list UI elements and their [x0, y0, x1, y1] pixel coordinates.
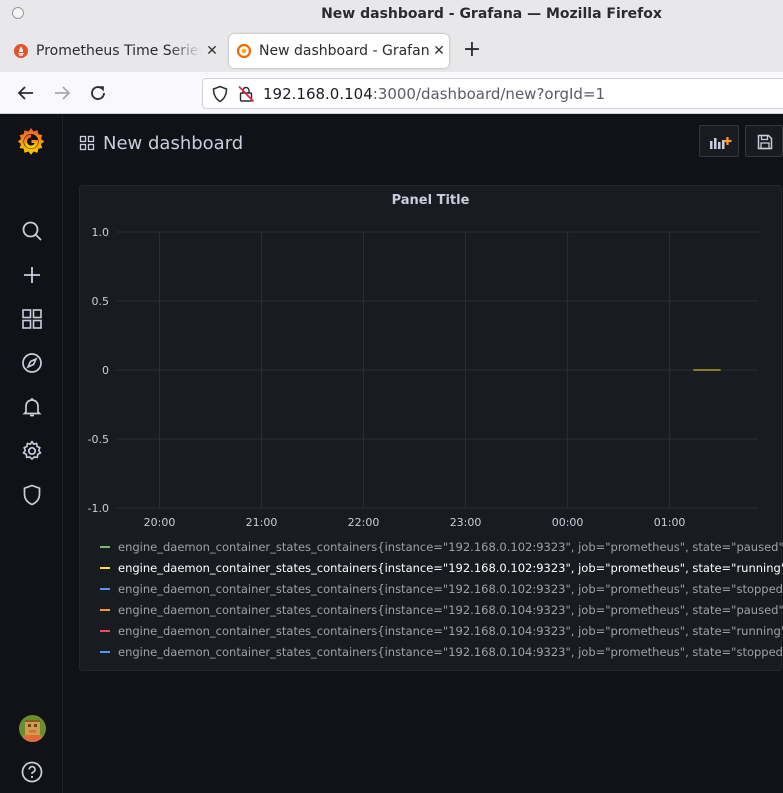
insecure-lock-icon[interactable] — [237, 85, 255, 103]
legend-swatch — [100, 650, 110, 653]
url-bar[interactable]: 192.168.0.104:3000/dashboard/new?orgId=1 — [202, 78, 783, 109]
legend-item[interactable]: engine_daemon_container_states_container… — [100, 620, 783, 641]
tab-label: New dashboard - Grafana — [259, 43, 429, 59]
tab-close-icon[interactable]: ✕ — [202, 43, 222, 59]
url-path: :3000/dashboard/new?orgId=1 — [372, 85, 606, 103]
legend-swatch — [100, 629, 110, 632]
shield-icon[interactable] — [20, 483, 44, 507]
grafana-logo-icon[interactable] — [15, 125, 47, 157]
nav-toolbar: 192.168.0.104:3000/dashboard/new?orgId=1 — [0, 72, 783, 114]
help-icon[interactable] — [20, 760, 44, 784]
legend-label: engine_daemon_container_states_container… — [118, 581, 783, 596]
legend-label: engine_daemon_container_states_container… — [118, 560, 783, 575]
tab-bar: Prometheus Time Series Collection ✕ New … — [0, 30, 783, 72]
x-tick-label: 23:00 — [450, 516, 482, 529]
new-tab-button[interactable]: + — [460, 39, 484, 63]
legend-label: engine_daemon_container_states_container… — [118, 539, 783, 554]
legend-item[interactable]: engine_daemon_container_states_container… — [100, 641, 783, 662]
legend-item[interactable]: engine_daemon_container_states_container… — [100, 557, 783, 578]
prometheus-favicon-icon — [14, 44, 28, 58]
dashboards-icon[interactable] — [20, 307, 44, 331]
graph-panel[interactable]: Panel Title 1.0 0.5 0 -0.5 -1.0 20:00 21:00 22:… — [79, 185, 783, 671]
x-tick-label: 20:00 — [144, 516, 176, 529]
grafana-main: New dashboard Panel Title 1.0 0.5 0 -0.5 -1.… — [63, 115, 783, 793]
reload-icon[interactable] — [87, 82, 109, 104]
chart-legend: engine_daemon_container_states_container… — [100, 536, 783, 662]
legend-item[interactable]: engine_daemon_container_states_container… — [100, 578, 783, 599]
legend-label: engine_daemon_container_states_container… — [118, 623, 783, 638]
x-tick-label: 01:00 — [654, 516, 686, 529]
dashboard-grid-icon — [79, 135, 95, 151]
tab-grafana[interactable]: New dashboard - Grafana ✕ — [229, 34, 449, 68]
bell-icon[interactable] — [20, 395, 44, 419]
dashboard-title[interactable]: New dashboard — [103, 133, 243, 154]
avatar[interactable] — [19, 715, 46, 742]
back-arrow-icon[interactable] — [15, 82, 37, 104]
y-tick-label: -1.0 — [88, 502, 109, 515]
legend-label: engine_daemon_container_states_container… — [118, 602, 783, 617]
x-tick-label: 22:00 — [348, 516, 380, 529]
save-icon — [757, 134, 773, 150]
gear-icon[interactable] — [20, 439, 44, 463]
legend-label: engine_daemon_container_states_container… — [118, 644, 783, 659]
legend-swatch — [100, 587, 110, 590]
compass-icon[interactable] — [20, 351, 44, 375]
add-panel-button[interactable] — [699, 125, 739, 157]
legend-item[interactable]: engine_daemon_container_states_container… — [100, 599, 783, 620]
time-series-chart[interactable]: 1.0 0.5 0 -0.5 -1.0 20:00 21:00 22:00 23:00 00:00… — [80, 186, 783, 536]
dashboard-header: New dashboard — [79, 131, 243, 155]
tab-prometheus[interactable]: Prometheus Time Series Collection ✕ — [6, 34, 222, 68]
tab-close-icon[interactable]: ✕ — [429, 43, 449, 59]
y-tick-label: 0.5 — [92, 295, 110, 308]
y-tick-label: 1.0 — [92, 226, 110, 239]
grafana-sidebar — [0, 115, 63, 793]
x-tick-label: 21:00 — [246, 516, 278, 529]
y-tick-label: 0 — [102, 364, 109, 377]
x-tick-label: 00:00 — [552, 516, 584, 529]
window-title: New dashboard - Grafana — Mozilla Firefo… — [321, 6, 662, 22]
save-dashboard-button[interactable] — [745, 125, 783, 157]
url-host: 192.168.0.104 — [263, 85, 373, 103]
search-icon[interactable] — [20, 219, 44, 243]
window-titlebar: New dashboard - Grafana — Mozilla Firefo… — [0, 0, 783, 30]
grafana-favicon-icon — [237, 44, 251, 58]
tab-label: Prometheus Time Series Collection — [36, 43, 202, 59]
add-panel-icon — [710, 137, 732, 149]
plus-icon[interactable] — [20, 263, 44, 287]
legend-swatch — [100, 545, 110, 548]
legend-swatch — [100, 608, 110, 611]
legend-swatch — [100, 566, 110, 569]
url-text[interactable]: 192.168.0.104:3000/dashboard/new?orgId=1 — [263, 85, 605, 103]
legend-item[interactable]: engine_daemon_container_states_container… — [100, 536, 783, 557]
tracking-shield-icon[interactable] — [211, 85, 229, 103]
y-tick-label: -0.5 — [88, 433, 109, 446]
forward-arrow-icon[interactable] — [51, 82, 73, 104]
